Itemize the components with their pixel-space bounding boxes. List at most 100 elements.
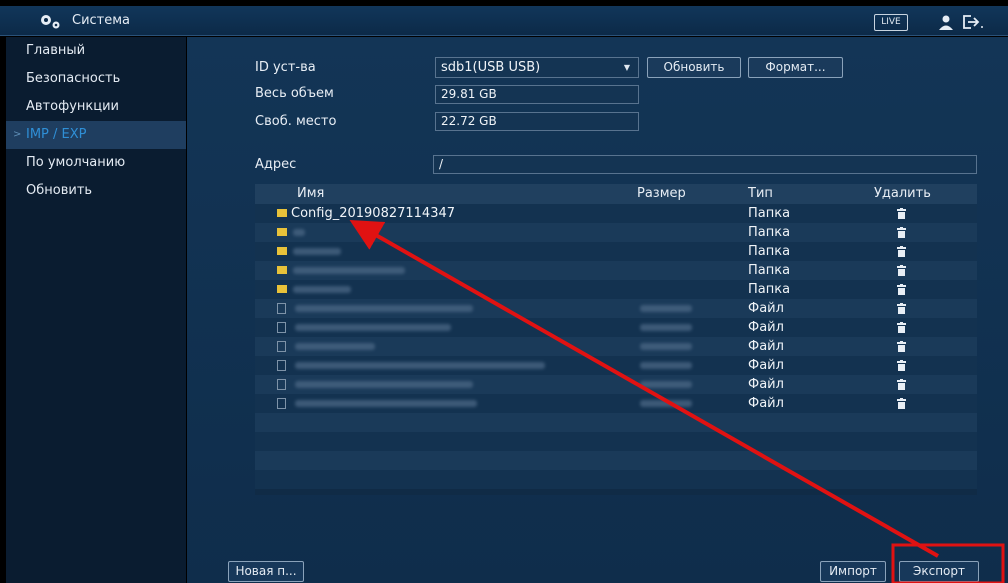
- sidebar-item-autofunctions[interactable]: Автофункции: [6, 93, 186, 121]
- redacted-name: [293, 267, 405, 274]
- sidebar-item-label: Безопасность: [26, 71, 121, 86]
- trash-icon[interactable]: [896, 208, 907, 219]
- window-title: Система: [72, 13, 131, 28]
- file-type: Файл: [748, 358, 784, 373]
- file-type: Файл: [748, 377, 784, 392]
- logout-icon[interactable]: [962, 14, 984, 30]
- trash-icon[interactable]: [896, 341, 907, 352]
- column-header-delete: Удалить: [874, 186, 931, 201]
- file-icon: [277, 341, 286, 352]
- device-id-select[interactable]: sdb1(USB USB) ▼: [435, 57, 639, 78]
- column-header-name[interactable]: Имя: [297, 186, 324, 201]
- table-row[interactable]: Папка: [255, 242, 977, 261]
- chevron-right-icon: >: [13, 129, 22, 140]
- file-type: Папка: [748, 244, 791, 259]
- file-icon: [277, 398, 286, 409]
- redacted-size: [640, 362, 692, 369]
- folder-icon: [277, 247, 287, 255]
- address-field[interactable]: /: [433, 155, 977, 174]
- trash-icon[interactable]: [896, 227, 907, 238]
- device-id-label: ID уст-ва: [255, 60, 316, 75]
- trash-icon[interactable]: [896, 398, 907, 409]
- table-header: Имя Размер Тип Удалить: [255, 184, 977, 204]
- redacted-size: [640, 400, 692, 407]
- trash-icon[interactable]: [896, 246, 907, 257]
- file-icon: [277, 360, 286, 371]
- table-row[interactable]: Файл: [255, 318, 977, 337]
- redacted-size: [640, 381, 692, 388]
- redacted-name: [293, 286, 351, 293]
- table-row[interactable]: Файл: [255, 299, 977, 318]
- trash-icon[interactable]: [896, 265, 907, 276]
- file-type: Файл: [748, 396, 784, 411]
- trash-icon[interactable]: [896, 360, 907, 371]
- folder-icon: [277, 285, 287, 293]
- redacted-name: [295, 343, 375, 350]
- table-row-empty: [255, 413, 977, 432]
- table-row-empty: [255, 451, 977, 470]
- file-icon: [277, 303, 286, 314]
- table-row[interactable]: Config_20190827114347 Папка: [255, 204, 977, 223]
- new-folder-button[interactable]: Новая п...: [228, 561, 304, 582]
- sidebar-item-label: Обновить: [26, 183, 93, 198]
- redacted-name: [295, 381, 473, 388]
- free-space-label: Своб. место: [255, 114, 337, 129]
- trash-icon[interactable]: [896, 303, 907, 314]
- sidebar-item-imp-exp[interactable]: > IMP / EXP: [6, 121, 186, 149]
- export-button[interactable]: Экспорт: [899, 561, 979, 582]
- free-space-field: 22.72 GB: [435, 112, 639, 131]
- folder-icon: [277, 228, 287, 236]
- column-header-size[interactable]: Размер: [637, 186, 686, 201]
- table-row[interactable]: Папка: [255, 223, 977, 242]
- sidebar-item-label: Главный: [26, 43, 86, 58]
- sidebar-item-label: IMP / EXP: [26, 127, 87, 142]
- table-row-empty: [255, 470, 977, 489]
- address-label: Адрес: [255, 157, 297, 172]
- column-header-type[interactable]: Тип: [748, 186, 773, 201]
- total-size-field: 29.81 GB: [435, 85, 639, 104]
- folder-icon: [277, 266, 287, 274]
- file-name: Config_20190827114347: [291, 206, 456, 221]
- trash-icon[interactable]: [896, 322, 907, 333]
- table-row-empty: [255, 432, 977, 451]
- trash-icon[interactable]: [896, 284, 907, 295]
- title-bar: Система LIVE: [0, 6, 1008, 36]
- sidebar-item-default[interactable]: По умолчанию: [6, 149, 186, 177]
- file-type: Папка: [748, 206, 791, 221]
- file-icon: [277, 379, 286, 390]
- table-row[interactable]: Файл: [255, 356, 977, 375]
- import-button[interactable]: Импорт: [820, 561, 886, 582]
- redacted-name: [295, 400, 477, 407]
- file-type: Файл: [748, 301, 784, 316]
- redacted-name: [293, 248, 341, 255]
- redacted-name: [295, 324, 451, 331]
- live-button[interactable]: LIVE: [874, 14, 908, 31]
- file-type: Папка: [748, 282, 791, 297]
- sidebar: Главный Безопасность Автофункции > IMP / …: [6, 37, 186, 583]
- gear-icon: [41, 15, 60, 29]
- file-type: Файл: [748, 320, 784, 335]
- redacted-name: [293, 229, 305, 236]
- table-row[interactable]: Файл: [255, 375, 977, 394]
- user-icon[interactable]: [938, 14, 954, 30]
- total-size-label: Весь объем: [255, 86, 334, 101]
- table-row[interactable]: Файл: [255, 394, 977, 413]
- sidebar-item-label: По умолчанию: [26, 155, 126, 170]
- sidebar-item-main[interactable]: Главный: [6, 37, 186, 65]
- redacted-name: [295, 305, 473, 312]
- format-button[interactable]: Формат...: [748, 57, 843, 78]
- file-type: Папка: [748, 225, 791, 240]
- redacted-size: [640, 324, 692, 331]
- refresh-button[interactable]: Обновить: [647, 57, 741, 78]
- table-row[interactable]: Папка: [255, 261, 977, 280]
- table-row[interactable]: Файл: [255, 337, 977, 356]
- sidebar-item-update[interactable]: Обновить: [6, 177, 186, 205]
- trash-icon[interactable]: [896, 379, 907, 390]
- device-id-value: sdb1(USB USB): [441, 60, 541, 75]
- table-row[interactable]: Папка: [255, 280, 977, 299]
- redacted-name: [295, 362, 545, 369]
- chevron-down-icon: ▼: [623, 63, 630, 72]
- sidebar-item-security[interactable]: Безопасность: [6, 65, 186, 93]
- file-type: Файл: [748, 339, 784, 354]
- file-type: Папка: [748, 263, 791, 278]
